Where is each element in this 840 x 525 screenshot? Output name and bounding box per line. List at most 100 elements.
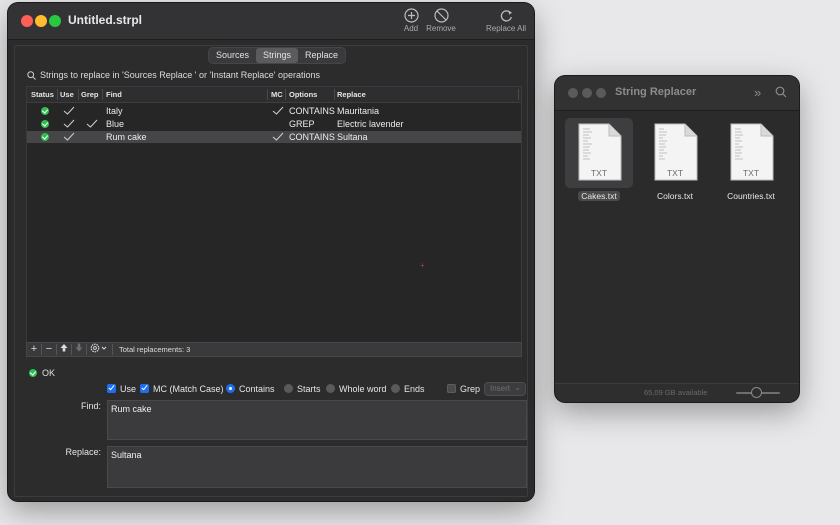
- options-cell: GREP: [289, 119, 315, 129]
- replace-all-toolbar-button[interactable]: Replace All: [484, 8, 528, 33]
- options-cell: CONTAINS: [289, 132, 335, 142]
- refresh-icon: [500, 10, 512, 22]
- options-cell: CONTAINS: [289, 106, 335, 116]
- add-toolbar-button[interactable]: Add: [400, 8, 422, 33]
- mc-check-icon[interactable]: [271, 131, 285, 142]
- gear-icon: [90, 343, 107, 353]
- table-row[interactable]: Italy CONTAINS Mauritania: [27, 105, 521, 117]
- contains-label: Contains: [239, 384, 275, 394]
- table-footer-bar: + − Total replacements: 3: [26, 342, 522, 357]
- find-field[interactable]: Rum cake: [107, 400, 527, 440]
- replace-cell: Sultana: [337, 132, 368, 142]
- match-case-checkbox[interactable]: [140, 384, 149, 393]
- find-field-value: Rum cake: [111, 404, 152, 414]
- grep-label: Grep: [460, 384, 481, 394]
- table-header: Status Use Grep Find MC Options Replace: [27, 87, 521, 103]
- file-icon-box: TXT: [565, 118, 633, 188]
- header-status[interactable]: Status: [31, 90, 54, 99]
- prohibit-icon: [433, 8, 449, 23]
- header-replace[interactable]: Replace: [337, 90, 366, 99]
- add-circle-icon: [403, 8, 419, 23]
- move-down-button[interactable]: [72, 343, 86, 356]
- use-check-icon[interactable]: [62, 105, 76, 116]
- tab-bar: Sources Strings Replace: [209, 48, 346, 63]
- tab-sources[interactable]: Sources: [209, 48, 256, 63]
- mc-check-icon[interactable]: [271, 105, 285, 116]
- file-name: Cakes.txt: [578, 191, 620, 201]
- use-label: Use: [120, 384, 137, 394]
- icon-size-slider-knob[interactable]: [752, 388, 761, 397]
- zoom-window-button[interactable]: [596, 88, 606, 98]
- whole-word-label: Whole word: [339, 384, 387, 394]
- chevron-down-icon: ⌄: [514, 383, 521, 392]
- replace-field[interactable]: Sultana: [107, 446, 527, 488]
- find-label: Find:: [80, 401, 101, 411]
- zoom-window-button[interactable]: [49, 15, 61, 27]
- find-cell: Blue: [106, 119, 125, 129]
- starts-label: Starts: [297, 384, 321, 394]
- table-row[interactable]: Rum cake CONTAINS Sultana: [27, 131, 521, 143]
- side-titlebar: String Replacer »: [555, 76, 799, 111]
- file-type-label: TXT: [666, 168, 684, 178]
- search-icon[interactable]: [775, 86, 787, 98]
- whole-word-radio[interactable]: [326, 384, 335, 393]
- insert-popup-label: Insert: [490, 384, 511, 393]
- tab-strings[interactable]: Strings: [256, 48, 299, 63]
- content-panel: Sources Strings Replace Strings to repla…: [14, 45, 528, 497]
- main-titlebar: Untitled.strpl Add Remove Replace All: [8, 3, 534, 40]
- replace-cell: Mauritania: [337, 106, 380, 116]
- ends-label: Ends: [404, 384, 425, 394]
- replace-cell: Electric lavender: [337, 119, 404, 129]
- use-checkbox[interactable]: [107, 384, 116, 393]
- file-item-countries[interactable]: TXT Countries.txt: [717, 118, 785, 201]
- close-window-button[interactable]: [21, 15, 33, 27]
- add-toolbar-label: Add: [403, 24, 419, 33]
- cursor-crosshair-icon: +: [420, 261, 425, 270]
- status-ok-icon: [29, 369, 37, 377]
- minimize-window-button[interactable]: [35, 15, 47, 27]
- use-check-icon[interactable]: [62, 118, 76, 129]
- total-replacements: Total replacements: 3: [119, 345, 191, 354]
- file-item-colors[interactable]: TXT Colors.txt: [641, 118, 709, 201]
- grep-check-icon[interactable]: [85, 118, 99, 129]
- chevron-double-right-icon[interactable]: »: [754, 85, 761, 100]
- remove-toolbar-label: Remove: [426, 24, 456, 33]
- file-type-label: TXT: [590, 168, 608, 178]
- insert-popup[interactable]: Insert ⌄: [485, 383, 525, 395]
- ends-radio[interactable]: [391, 384, 400, 393]
- match-case-label: MC (Match Case): [153, 384, 224, 394]
- disk-available: 65,09 GB available: [644, 388, 708, 397]
- starts-radio[interactable]: [284, 384, 293, 393]
- status-ok-icon: [41, 120, 49, 128]
- actions-menu-button[interactable]: [87, 343, 111, 356]
- remove-toolbar-button[interactable]: Remove: [426, 8, 456, 33]
- table-row[interactable]: Blue GREP Electric lavender: [27, 118, 521, 130]
- header-use[interactable]: Use: [60, 90, 74, 99]
- tab-replace[interactable]: Replace: [298, 48, 345, 63]
- file-icon-box: TXT: [641, 118, 709, 188]
- file-item-cakes[interactable]: TXT Cakes.txt: [565, 118, 633, 201]
- close-window-button[interactable]: [568, 88, 578, 98]
- header-options[interactable]: Options: [289, 90, 317, 99]
- status-text: OK: [42, 368, 56, 378]
- move-up-button[interactable]: [57, 343, 71, 356]
- arrow-down-icon: [75, 343, 83, 352]
- strings-hint: Strings to replace in 'Sources Replace '…: [27, 70, 320, 80]
- strings-table: Status Use Grep Find MC Options Replace …: [26, 86, 522, 343]
- replace-all-toolbar-label: Replace All: [485, 24, 527, 33]
- status-ok-icon: [41, 133, 49, 141]
- header-mc[interactable]: MC: [271, 90, 283, 99]
- header-find[interactable]: Find: [106, 90, 122, 99]
- grep-checkbox[interactable]: [447, 384, 456, 393]
- status-ok-icon: [41, 107, 49, 115]
- use-check-icon[interactable]: [62, 131, 76, 142]
- contains-radio[interactable]: [226, 384, 235, 393]
- remove-row-button[interactable]: −: [42, 343, 56, 356]
- add-row-button[interactable]: +: [27, 343, 41, 356]
- minimize-window-button[interactable]: [582, 88, 592, 98]
- options-row: Use MC (Match Case) Contains Starts Whol…: [101, 383, 526, 396]
- window-title: Untitled.strpl: [68, 13, 142, 27]
- string-replacer-window: String Replacer » TXT Cakes.txt TXT Colo…: [555, 76, 799, 402]
- main-window: Untitled.strpl Add Remove Replace All So…: [8, 3, 534, 501]
- header-grep[interactable]: Grep: [81, 90, 99, 99]
